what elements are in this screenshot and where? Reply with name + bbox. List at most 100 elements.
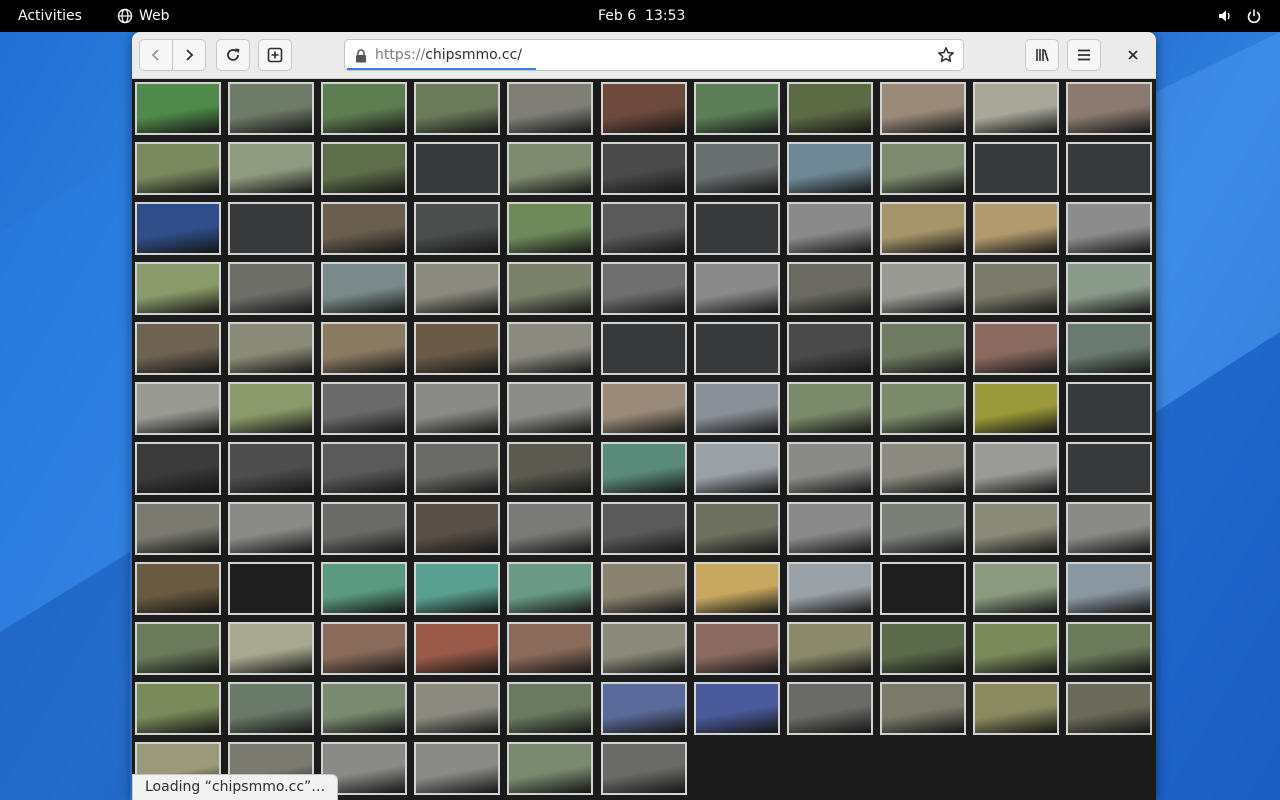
camera-thumbnail[interactable] <box>879 442 966 495</box>
camera-thumbnail[interactable] <box>228 322 315 375</box>
camera-thumbnail[interactable] <box>1066 202 1152 255</box>
camera-thumbnail[interactable] <box>135 682 221 735</box>
camera-thumbnail[interactable] <box>321 502 408 555</box>
camera-thumbnail[interactable] <box>507 562 594 615</box>
camera-thumbnail[interactable] <box>321 622 408 675</box>
camera-thumbnail[interactable] <box>879 202 966 255</box>
camera-thumbnail[interactable] <box>972 562 1059 615</box>
camera-thumbnail[interactable] <box>786 382 873 435</box>
camera-thumbnail[interactable] <box>414 82 501 135</box>
camera-thumbnail[interactable] <box>600 322 687 375</box>
camera-thumbnail[interactable] <box>321 442 408 495</box>
camera-thumbnail[interactable] <box>228 442 315 495</box>
url-text[interactable]: https://chipsmmo.cc/ <box>375 40 522 70</box>
camera-thumbnail[interactable] <box>693 262 780 315</box>
camera-thumbnail[interactable] <box>414 142 501 195</box>
menu-button[interactable] <box>1067 39 1101 71</box>
camera-thumbnail[interactable] <box>414 382 501 435</box>
camera-thumbnail[interactable] <box>600 442 687 495</box>
camera-thumbnail[interactable] <box>135 142 221 195</box>
camera-thumbnail[interactable] <box>600 382 687 435</box>
camera-thumbnail[interactable] <box>135 562 221 615</box>
camera-thumbnail[interactable] <box>321 202 408 255</box>
activities-button[interactable]: Activities <box>18 0 82 32</box>
camera-thumbnail[interactable] <box>693 82 780 135</box>
clock[interactable]: Feb 6 13:53 <box>598 0 685 32</box>
camera-thumbnail[interactable] <box>972 142 1059 195</box>
camera-thumbnail[interactable] <box>972 442 1059 495</box>
reload-button[interactable] <box>216 39 250 71</box>
camera-thumbnail[interactable] <box>414 622 501 675</box>
camera-thumbnail[interactable] <box>321 382 408 435</box>
camera-thumbnail[interactable] <box>600 262 687 315</box>
camera-thumbnail[interactable] <box>135 202 221 255</box>
camera-thumbnail[interactable] <box>693 562 780 615</box>
camera-thumbnail[interactable] <box>135 442 221 495</box>
camera-thumbnail[interactable] <box>135 322 221 375</box>
camera-thumbnail[interactable] <box>507 322 594 375</box>
camera-thumbnail[interactable] <box>414 682 501 735</box>
camera-thumbnail[interactable] <box>228 502 315 555</box>
camera-thumbnail[interactable] <box>1066 322 1152 375</box>
camera-thumbnail[interactable] <box>507 682 594 735</box>
camera-thumbnail[interactable] <box>228 202 315 255</box>
camera-thumbnail[interactable] <box>972 202 1059 255</box>
camera-thumbnail[interactable] <box>414 742 501 795</box>
camera-thumbnail[interactable] <box>879 622 966 675</box>
camera-thumbnail[interactable] <box>414 502 501 555</box>
camera-thumbnail[interactable] <box>507 82 594 135</box>
camera-thumbnail[interactable] <box>879 382 966 435</box>
library-button[interactable] <box>1025 39 1059 71</box>
star-icon[interactable] <box>937 46 955 68</box>
camera-thumbnail[interactable] <box>135 82 221 135</box>
camera-thumbnail[interactable] <box>228 562 315 615</box>
camera-thumbnail[interactable] <box>228 382 315 435</box>
camera-thumbnail[interactable] <box>786 82 873 135</box>
camera-thumbnail[interactable] <box>321 262 408 315</box>
camera-thumbnail[interactable] <box>879 322 966 375</box>
camera-thumbnail[interactable] <box>507 502 594 555</box>
camera-thumbnail[interactable] <box>972 382 1059 435</box>
camera-thumbnail[interactable] <box>600 142 687 195</box>
camera-thumbnail[interactable] <box>786 142 873 195</box>
camera-thumbnail[interactable] <box>879 502 966 555</box>
camera-thumbnail[interactable] <box>1066 382 1152 435</box>
close-button[interactable] <box>1116 39 1150 71</box>
camera-thumbnail[interactable] <box>693 622 780 675</box>
camera-thumbnail[interactable] <box>600 202 687 255</box>
camera-thumbnail[interactable] <box>228 682 315 735</box>
camera-thumbnail[interactable] <box>135 262 221 315</box>
camera-thumbnail[interactable] <box>135 502 221 555</box>
camera-thumbnail[interactable] <box>507 142 594 195</box>
camera-thumbnail[interactable] <box>414 442 501 495</box>
camera-thumbnail[interactable] <box>1066 562 1152 615</box>
camera-thumbnail[interactable] <box>879 262 966 315</box>
camera-thumbnail[interactable] <box>321 682 408 735</box>
camera-thumbnail[interactable] <box>507 742 594 795</box>
volume-icon[interactable] <box>1217 0 1233 32</box>
camera-thumbnail[interactable] <box>414 322 501 375</box>
camera-thumbnail[interactable] <box>414 202 501 255</box>
camera-thumbnail[interactable] <box>321 142 408 195</box>
camera-thumbnail[interactable] <box>1066 502 1152 555</box>
camera-thumbnail[interactable] <box>786 322 873 375</box>
camera-thumbnail[interactable] <box>786 562 873 615</box>
camera-thumbnail[interactable] <box>228 262 315 315</box>
camera-thumbnail[interactable] <box>321 322 408 375</box>
camera-thumbnail[interactable] <box>600 622 687 675</box>
camera-thumbnail[interactable] <box>786 502 873 555</box>
camera-thumbnail[interactable] <box>1066 82 1152 135</box>
camera-thumbnail[interactable] <box>414 562 501 615</box>
camera-thumbnail[interactable] <box>228 622 315 675</box>
camera-thumbnail[interactable] <box>507 442 594 495</box>
camera-thumbnail[interactable] <box>600 742 687 795</box>
camera-thumbnail[interactable] <box>507 622 594 675</box>
camera-thumbnail[interactable] <box>135 622 221 675</box>
camera-thumbnail[interactable] <box>600 502 687 555</box>
forward-button[interactable] <box>172 39 206 71</box>
camera-thumbnail[interactable] <box>321 82 408 135</box>
camera-thumbnail[interactable] <box>1066 682 1152 735</box>
camera-thumbnail[interactable] <box>135 382 221 435</box>
camera-thumbnail[interactable] <box>972 262 1059 315</box>
camera-thumbnail[interactable] <box>1066 262 1152 315</box>
